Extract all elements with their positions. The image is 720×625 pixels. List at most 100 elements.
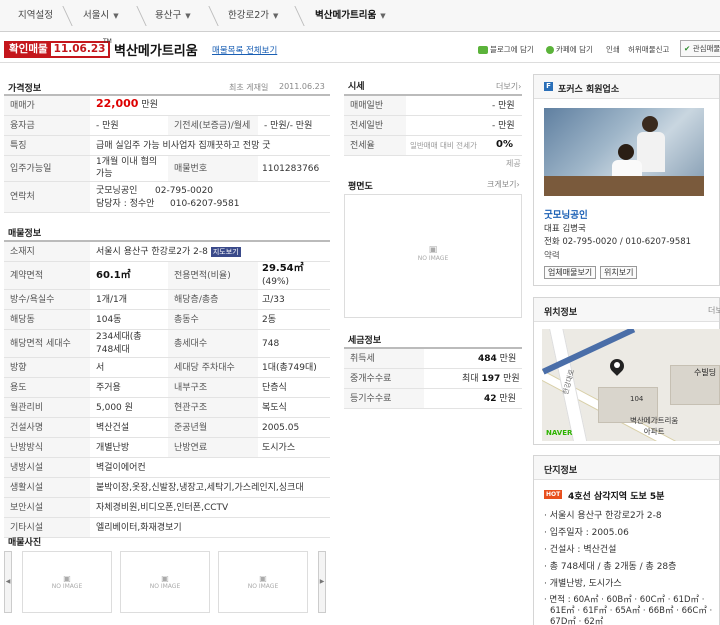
complex-info-item: · 총 748세대 / 총 2개동 / 총 28층 xyxy=(544,562,677,572)
heating-value: 개별난방 xyxy=(96,443,130,453)
photos-prev-button[interactable]: ◀ xyxy=(4,551,12,613)
image-placeholder-icon: ▣ xyxy=(161,574,169,583)
agency-photo[interactable] xyxy=(544,108,704,196)
photo-thumbnail[interactable]: ▣ NO IMAGE xyxy=(120,551,210,613)
table-row: 해당동 104동 총동수 2동 xyxy=(4,310,330,330)
table-row: 특징 급매 실입주 가능 비사업자 집깨끗하고 전망 굿 xyxy=(4,136,330,156)
dong-label: 해당동 xyxy=(4,310,90,329)
agency-name[interactable]: 굿모닝공인 xyxy=(544,207,588,221)
acquisition-tax-unit: 만원 xyxy=(499,354,517,364)
floorplan-enlarge-link[interactable]: 크게보기› xyxy=(487,179,520,190)
table-row: 소재지 서울시 용산구 한강로2가 2-8 지도보기 xyxy=(4,242,330,262)
complex-builder: 건설사 : 벽산건설 xyxy=(549,545,617,555)
brokerage-fee-amount: 197 xyxy=(481,374,501,384)
breadcrumb-separator xyxy=(201,6,219,26)
map-view-button[interactable]: 지도보기 xyxy=(210,247,241,257)
price-table: 매매가 22,000 만원 융자금 - 만원 기전세(보증금)/월세 - 만원/… xyxy=(4,94,330,213)
price-value: 22,000 만원 xyxy=(96,98,158,111)
photo-thumbnail[interactable]: ▣ NO IMAGE xyxy=(22,551,112,613)
blog-share-button[interactable]: 블로그에 담기 xyxy=(478,44,534,55)
acquisition-tax-label: 취득세 xyxy=(344,349,424,368)
move-in-label: 입주가능일 xyxy=(4,156,90,181)
breadcrumb-complex[interactable]: 벽산메가트리움 ▼ xyxy=(315,0,386,32)
report-button[interactable]: 허위매물신고 xyxy=(628,44,669,55)
contact-label: 연락처 xyxy=(4,182,90,212)
cafe-share-button[interactable]: 카페에 담기 xyxy=(546,44,593,55)
registration-fee-amount: 42 xyxy=(484,394,497,404)
inner-structure-value: 단층식 xyxy=(262,383,287,393)
agency-profile-link[interactable]: 약력 xyxy=(544,249,560,261)
complex-panel-title: 단지정보 xyxy=(544,466,578,476)
badge-label: 확인매물 xyxy=(6,43,51,56)
jeonse-average-label: 전세일반 xyxy=(344,116,406,135)
direction-label: 방향 xyxy=(4,358,90,377)
table-row: 매매가 22,000 만원 xyxy=(4,96,330,116)
feature-value: 급매 실입주 가능 비사업자 집깨끗하고 전망 굿 xyxy=(96,141,271,151)
listing-list-link[interactable]: 매물목록 전체보기 xyxy=(212,44,277,56)
chevron-down-icon: ▼ xyxy=(113,12,119,20)
entry-structure-value: 복도식 xyxy=(262,403,287,413)
favorite-label: 관심매물 xyxy=(692,44,720,53)
deposit-value: - 만원/- 만원 xyxy=(264,121,313,131)
builder-label: 건설사명 xyxy=(4,418,90,437)
trademark: TM xyxy=(103,38,112,45)
brokerage-fee-value: 최대 197 만원 xyxy=(462,373,520,385)
table-row: 계약면적 60.1㎡ 전용면적(비율) 29.54㎡ (49%) xyxy=(4,262,330,290)
address-text: 서울시 용산구 한강로2가 2-8 xyxy=(96,247,208,257)
agency-panel-header: F 포커스 회원업소 xyxy=(534,75,719,99)
photos-next-button[interactable]: ▶ xyxy=(318,551,326,613)
living-facilities-label: 생활시설 xyxy=(4,478,90,497)
breadcrumb-district[interactable]: 용산구 ▼ xyxy=(155,0,191,32)
fuel-value: 도시가스 xyxy=(262,443,296,453)
chevron-down-icon: ▼ xyxy=(185,12,191,20)
agency-location-button[interactable]: 위치보기 xyxy=(600,266,638,279)
breadcrumb-separator xyxy=(129,6,147,26)
jeonse-ratio-value: 0% xyxy=(496,139,513,150)
fuel-label: 난방연료 xyxy=(168,438,258,457)
table-row: 건설사명 벽산건설 준공년월 2005.05 xyxy=(4,418,330,438)
table-row: 방향 서 세대당 주차대수 1대(총749대) xyxy=(4,358,330,378)
location-map[interactable]: 벽산메가트리움 아파트 104 수빌딩 한강대로 NAVER xyxy=(542,329,720,441)
favorite-button[interactable]: ✔ 관심매물 xyxy=(680,40,720,57)
table-row: 냉방시설 벽걸이에어컨 xyxy=(4,458,330,478)
chevron-down-icon: ▼ xyxy=(380,12,386,20)
contact-agent-phone: 010-6207-9581 xyxy=(170,199,240,209)
breadcrumb-dong-label: 한강로2가 xyxy=(228,10,270,21)
breadcrumb-city[interactable]: 서울시 ▼ xyxy=(83,0,119,32)
rooms-value: 1개/1개 xyxy=(96,295,128,305)
market-more-link[interactable]: 더보기› xyxy=(496,81,521,92)
divider xyxy=(0,62,720,63)
maintenance-fee-label: 월관리비 xyxy=(4,398,90,417)
exclusive-area-label: 전용면적(비율) xyxy=(168,262,258,289)
listing-number-label: 매물번호 xyxy=(168,156,258,181)
map-place-label: 수빌딩 xyxy=(694,368,717,377)
floorplan-image[interactable]: ▣ NO IMAGE xyxy=(344,194,522,318)
desk xyxy=(544,176,704,196)
breadcrumb-dong[interactable]: 한강로2가 ▼ xyxy=(228,0,278,32)
heating-label: 난방방식 xyxy=(4,438,90,457)
table-row: 전세율 일반매매 대비 전세가 0% xyxy=(344,136,522,156)
photos-section-title: 매물사진 xyxy=(8,538,42,548)
move-in-value-1: 1개월 이내 협의 xyxy=(96,157,158,167)
location-more-link[interactable]: 더보 xyxy=(708,305,720,316)
price-amount: 22,000 xyxy=(96,97,139,110)
living-facilities-value: 붙박이장,옷장,신발장,냉장고,세탁기,가스레인지,싱크대 xyxy=(96,483,304,493)
acquisition-tax-value: 484 만원 xyxy=(478,353,516,365)
image-placeholder-icon: ▣ xyxy=(259,574,267,583)
table-row: 연락처 굿모닝공인 02-795-0020 담당자 : 정수안 010-6207… xyxy=(4,182,330,213)
listing-table: 소재지 서울시 용산구 한강로2가 2-8 지도보기 계약면적 60.1㎡ 전용면… xyxy=(4,240,330,538)
jeonse-ratio-desc: 일반매매 대비 전세가 xyxy=(410,141,477,150)
photo-thumbnail[interactable]: ▣ NO IMAGE xyxy=(218,551,308,613)
address-value: 서울시 용산구 한강로2가 2-8 지도보기 xyxy=(96,246,241,258)
agency-listings-button[interactable]: 업체매물보기 xyxy=(544,266,597,279)
breadcrumb-region-setting[interactable]: 지역설정 xyxy=(18,0,53,32)
direction-value: 서 xyxy=(96,363,105,373)
complex-info-item: · 서울시 용산구 한강로2가 2-8 xyxy=(544,511,662,521)
breadcrumb: 지역설정 서울시 ▼ 용산구 ▼ 한강로2가 ▼ 벽산메가트리움 ▼ xyxy=(0,0,720,32)
location-pin-icon xyxy=(607,356,627,379)
print-button[interactable]: 인쇄 xyxy=(606,44,620,55)
complex-headline: 4호선 삼각지역 도보 5분 xyxy=(568,492,665,502)
cafe-icon xyxy=(546,46,554,54)
registration-fee-unit: 만원 xyxy=(499,394,516,404)
page-title: 벽산메가트리움 xyxy=(114,44,198,59)
